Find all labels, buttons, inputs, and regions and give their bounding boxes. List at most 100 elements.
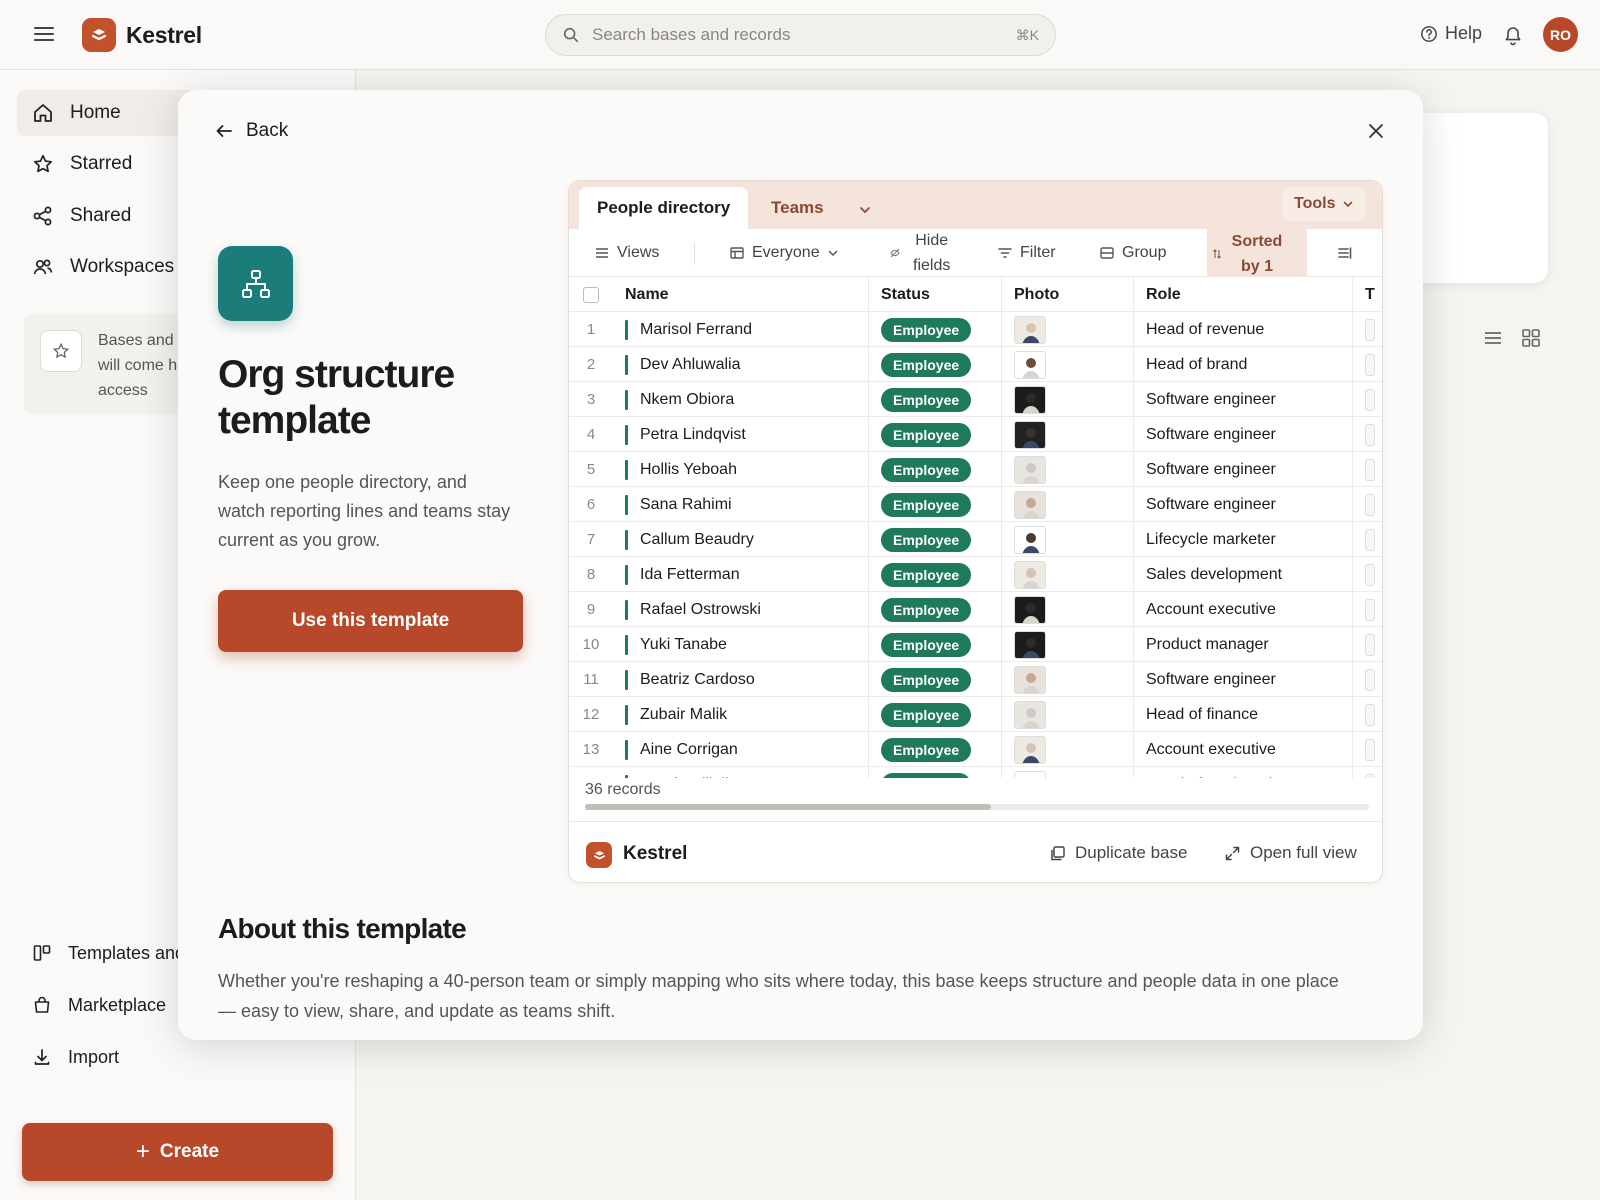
table-row[interactable]: 1 Marisol Ferrand Employee Head of revenue xyxy=(569,312,1382,347)
column-header-name[interactable]: Name xyxy=(613,277,869,312)
status-cell[interactable]: Employee xyxy=(869,347,1002,382)
table-row[interactable]: 12 Zubair Malik Employee Head of finance xyxy=(569,697,1382,732)
brand[interactable]: Kestrel xyxy=(82,18,202,52)
close-icon[interactable] xyxy=(1366,121,1386,141)
photo-cell[interactable] xyxy=(1002,627,1134,662)
help-button[interactable]: Help xyxy=(1420,23,1482,44)
duplicate-base-button[interactable]: Duplicate base xyxy=(1049,843,1187,863)
truncated-cell[interactable] xyxy=(1353,627,1382,662)
back-button[interactable]: Back xyxy=(214,120,288,142)
status-cell[interactable]: Employee xyxy=(869,452,1002,487)
role-cell[interactable]: Head of finance xyxy=(1134,697,1353,732)
truncated-cell[interactable] xyxy=(1353,697,1382,732)
role-cell[interactable]: Head of brand xyxy=(1134,347,1353,382)
status-cell[interactable]: Employee xyxy=(869,417,1002,452)
table-row[interactable]: 13 Aine Corrigan Employee Account executive xyxy=(569,732,1382,767)
name-cell[interactable]: Zubair Malik xyxy=(613,697,869,732)
truncated-cell[interactable] xyxy=(1353,347,1382,382)
sort-button[interactable]: Sorted by 1 field xyxy=(1207,229,1307,277)
row-height-icon[interactable] xyxy=(1337,229,1353,277)
status-cell[interactable]: Employee xyxy=(869,557,1002,592)
table-row[interactable]: 2 Dev Ahluwalia Employee Head of brand xyxy=(569,347,1382,382)
truncated-cell[interactable] xyxy=(1353,557,1382,592)
chevron-down-icon[interactable] xyxy=(858,203,872,217)
name-cell[interactable]: Nkem Obiora xyxy=(613,382,869,417)
table-row[interactable]: 8 Ida Fetterman Employee Sales development xyxy=(569,557,1382,592)
photo-cell[interactable] xyxy=(1002,417,1134,452)
photo-cell[interactable] xyxy=(1002,732,1134,767)
table-row[interactable]: 3 Nkem Obiora Employee Software engineer xyxy=(569,382,1382,417)
role-cell[interactable]: Software engineer xyxy=(1134,417,1353,452)
search-bar[interactable]: ⌘K xyxy=(545,14,1056,56)
status-cell[interactable]: Employee xyxy=(869,382,1002,417)
name-cell[interactable]: Yuki Tanabe xyxy=(613,627,869,662)
views-button[interactable]: Views xyxy=(594,229,659,277)
select-all-checkbox[interactable] xyxy=(583,286,599,303)
status-cell[interactable]: Employee xyxy=(869,522,1002,557)
truncated-cell[interactable] xyxy=(1353,662,1382,697)
role-cell[interactable]: Software engineer xyxy=(1134,452,1353,487)
name-cell[interactable]: Aine Corrigan xyxy=(613,732,869,767)
photo-cell[interactable] xyxy=(1002,347,1134,382)
name-cell[interactable]: Petra Lindqvist xyxy=(613,417,869,452)
sidebar-item-import[interactable]: Import xyxy=(17,1034,337,1080)
create-button[interactable]: + Create xyxy=(22,1123,333,1181)
truncated-cell[interactable] xyxy=(1353,312,1382,347)
truncated-cell[interactable] xyxy=(1353,417,1382,452)
photo-cell[interactable] xyxy=(1002,487,1134,522)
status-cell[interactable]: Employee xyxy=(869,732,1002,767)
name-cell[interactable]: Ida Fetterman xyxy=(613,557,869,592)
role-cell[interactable]: Sales development xyxy=(1134,557,1353,592)
truncated-cell[interactable] xyxy=(1353,452,1382,487)
table-row[interactable]: 4 Petra Lindqvist Employee Software enginee… xyxy=(569,417,1382,452)
open-full-view-button[interactable]: Open full view xyxy=(1224,843,1357,863)
name-cell[interactable]: Hollis Yeboah xyxy=(613,452,869,487)
role-cell[interactable]: Software engineer xyxy=(1134,487,1353,522)
filter-button[interactable]: Filter xyxy=(997,229,1056,277)
photo-cell[interactable] xyxy=(1002,592,1134,627)
role-cell[interactable]: Lifecycle marketer xyxy=(1134,522,1353,557)
photo-cell[interactable] xyxy=(1002,382,1134,417)
truncated-cell[interactable] xyxy=(1353,592,1382,627)
column-header-truncated[interactable]: T xyxy=(1353,277,1382,312)
name-cell[interactable]: Tomás Villalba xyxy=(613,767,869,778)
role-cell[interactable]: Software engineer xyxy=(1134,382,1353,417)
status-cell[interactable]: Employee xyxy=(869,767,1002,778)
role-cell[interactable]: Account executive xyxy=(1134,732,1353,767)
horizontal-scrollbar[interactable] xyxy=(585,804,1369,810)
tab-people-directory[interactable]: People directory xyxy=(579,187,749,229)
name-cell[interactable]: Beatriz Cardoso xyxy=(613,662,869,697)
notifications-bell-icon[interactable] xyxy=(1503,24,1523,46)
column-header-status[interactable]: Status xyxy=(869,277,1002,312)
truncated-cell[interactable] xyxy=(1353,487,1382,522)
search-input[interactable] xyxy=(592,25,1016,45)
photo-cell[interactable] xyxy=(1002,522,1134,557)
photo-cell[interactable] xyxy=(1002,312,1134,347)
role-cell[interactable]: Head of engineering xyxy=(1134,767,1353,778)
column-header-role[interactable]: Role xyxy=(1134,277,1353,312)
menu-icon[interactable] xyxy=(32,22,56,46)
status-cell[interactable]: Employee xyxy=(869,697,1002,732)
photo-cell[interactable] xyxy=(1002,662,1134,697)
role-cell[interactable]: Software engineer xyxy=(1134,662,1353,697)
table-row[interactable]: 6 Sana Rahimi Employee Software engineer xyxy=(569,487,1382,522)
use-template-button[interactable]: Use this template xyxy=(218,590,523,652)
user-avatar[interactable]: RO xyxy=(1543,17,1578,52)
list-view-icon[interactable] xyxy=(1483,328,1503,348)
truncated-cell[interactable] xyxy=(1353,732,1382,767)
photo-cell[interactable] xyxy=(1002,452,1134,487)
status-cell[interactable]: Employee xyxy=(869,487,1002,522)
tools-button[interactable]: Tools xyxy=(1282,187,1367,221)
name-cell[interactable]: Marisol Ferrand xyxy=(613,312,869,347)
column-header-photo[interactable]: Photo xyxy=(1002,277,1134,312)
status-cell[interactable]: Employee xyxy=(869,592,1002,627)
truncated-cell[interactable] xyxy=(1353,522,1382,557)
scrollbar-thumb[interactable] xyxy=(585,804,991,810)
role-cell[interactable]: Account executive xyxy=(1134,592,1353,627)
name-cell[interactable]: Dev Ahluwalia xyxy=(613,347,869,382)
role-cell[interactable]: Product manager xyxy=(1134,627,1353,662)
table-row[interactable]: 14 Tomás Villalba Employee Head of engineer… xyxy=(569,767,1382,778)
role-cell[interactable]: Head of revenue xyxy=(1134,312,1353,347)
photo-cell[interactable] xyxy=(1002,767,1134,778)
name-cell[interactable]: Rafael Ostrowski xyxy=(613,592,869,627)
